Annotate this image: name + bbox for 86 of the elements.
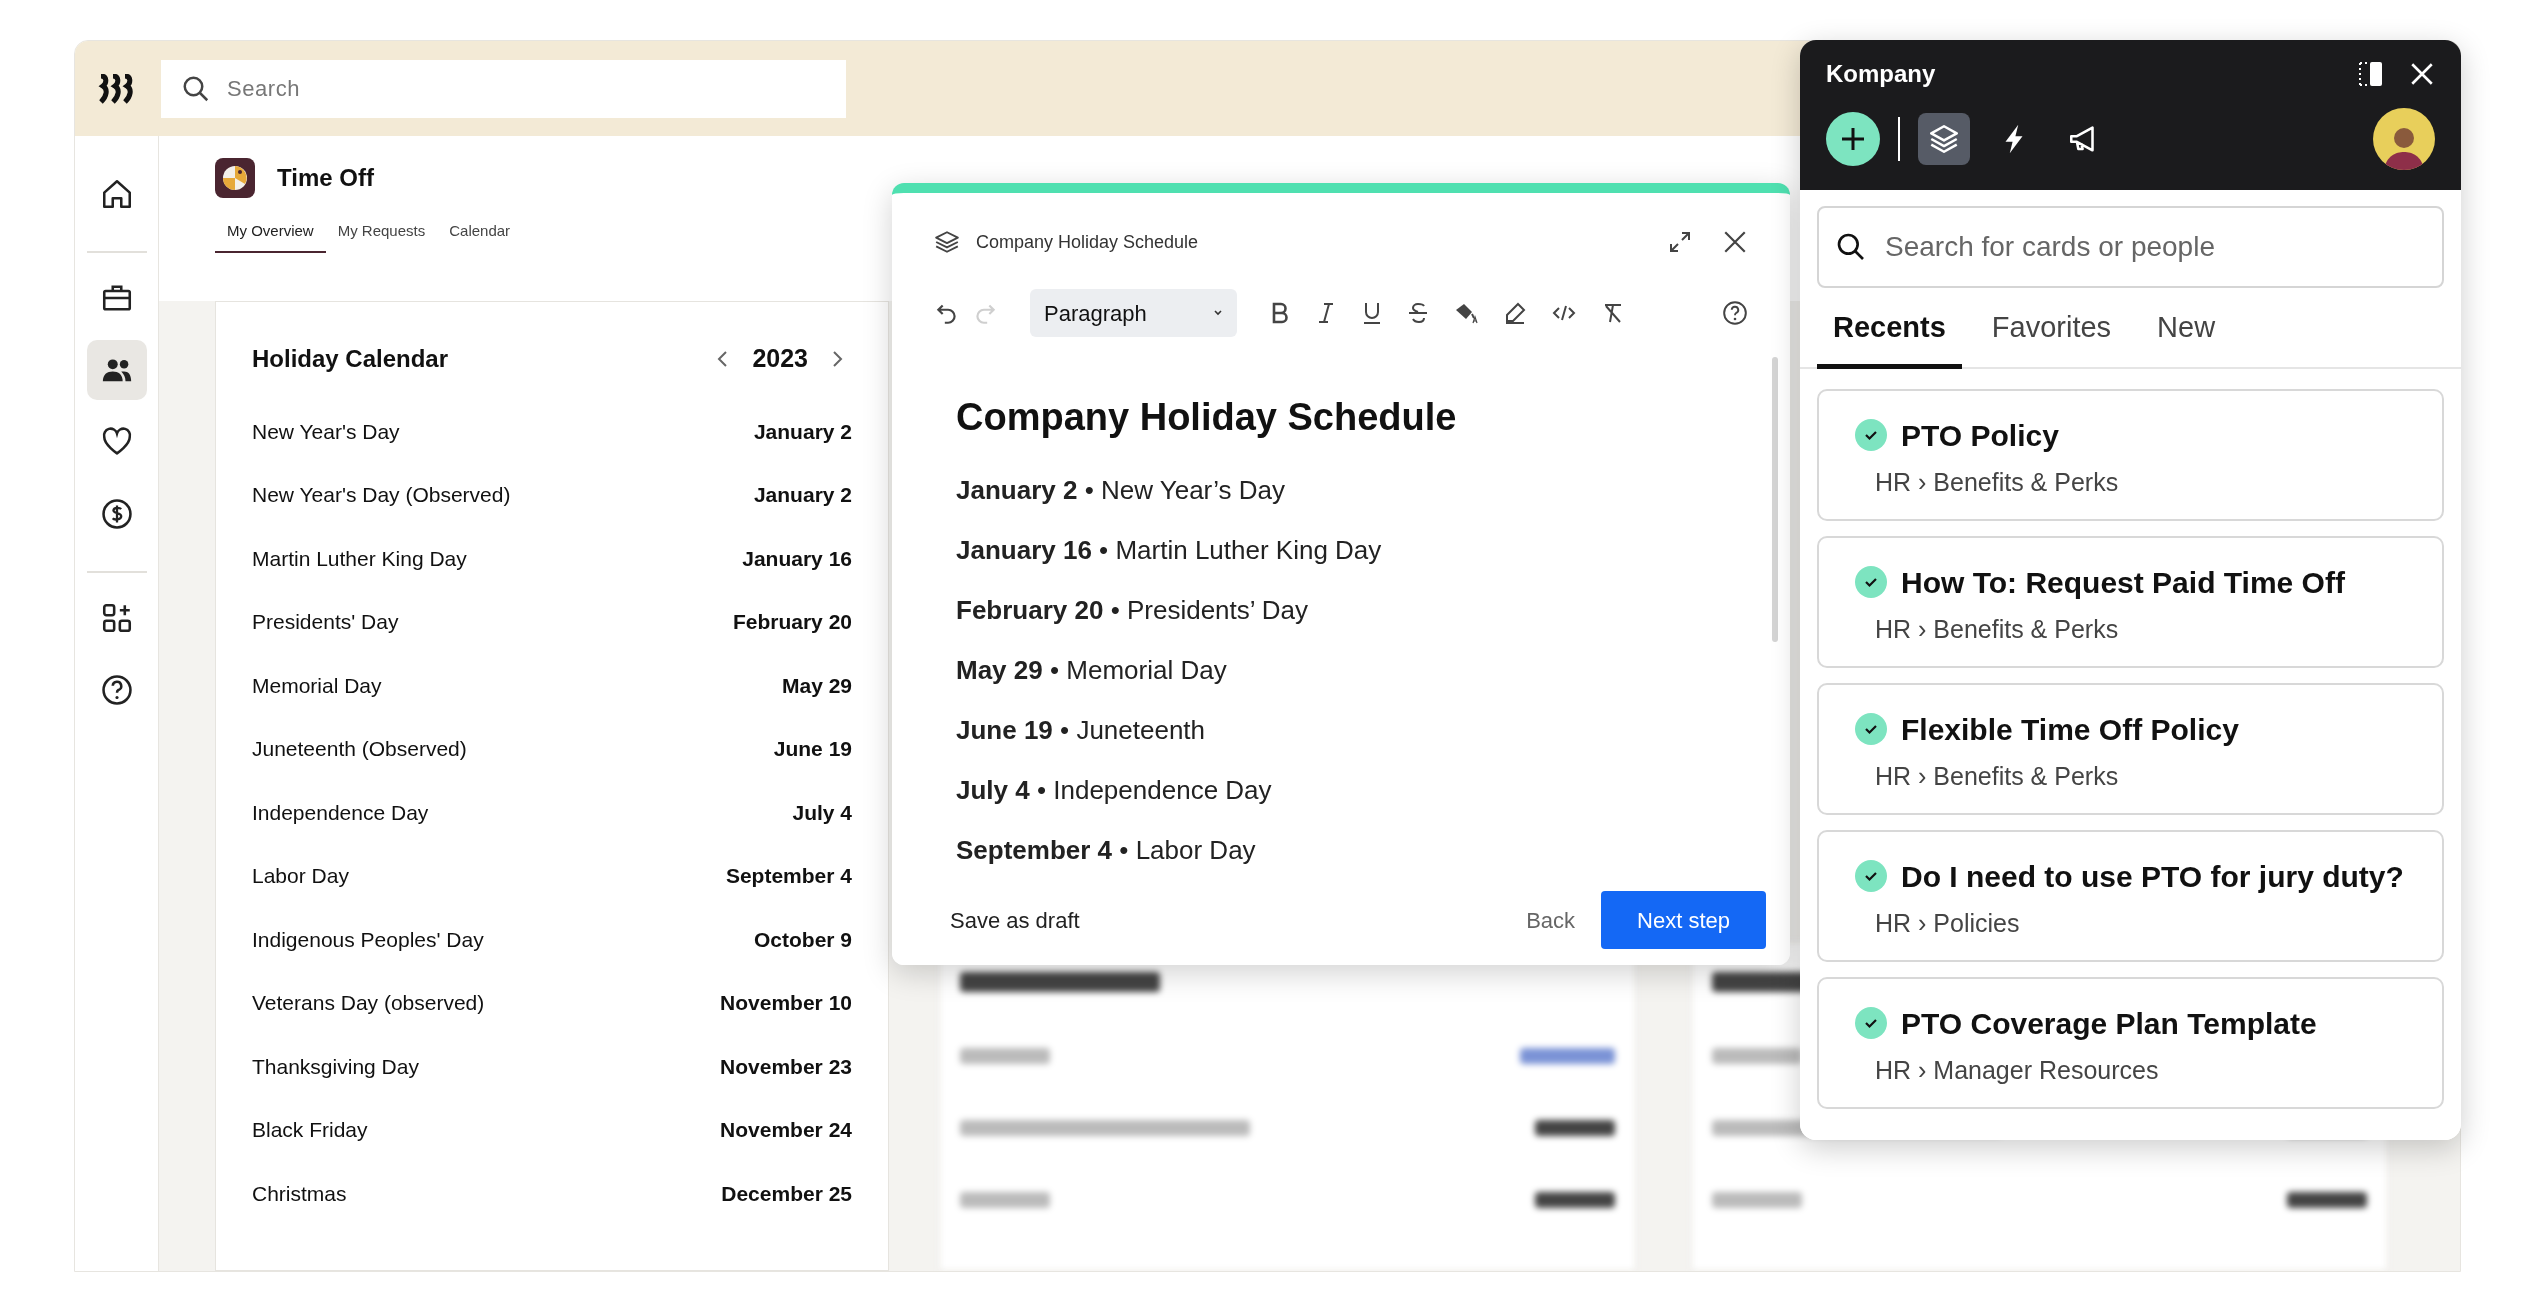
back-button[interactable]: Back <box>1526 903 1576 937</box>
expand-icon[interactable] <box>1668 230 1692 254</box>
result-card[interactable]: PTO Coverage Plan Template HR › Manager Resources <box>1817 976 2444 1109</box>
search-field[interactable]: Search for cards or people <box>1817 206 2444 288</box>
document-line: January 2 • New Year’s Day <box>956 474 1286 507</box>
document-line: June 19 • Juneteenth <box>956 714 1207 747</box>
holiday-name: Veterans Day (observed) <box>252 990 485 1016</box>
plus-icon <box>1840 126 1866 152</box>
document-line: January 16 • Martin Luther King Day <box>956 534 1383 567</box>
holiday-name: Indigenous Peoples' Day <box>252 926 484 953</box>
holiday-date: November 23 <box>720 1053 852 1080</box>
card-title: Holiday Calendar <box>252 343 449 374</box>
holiday-date: June 19 <box>773 736 852 762</box>
holiday-name: Memorial Day <box>252 672 382 699</box>
holiday-date: December 25 <box>721 1180 852 1207</box>
document-line: July 4 • Independence Day <box>956 774 1273 807</box>
document-heading: Company Holiday Schedule <box>956 395 1458 440</box>
result-card[interactable]: PTO Policy HR › Benefits & Perks <box>1817 388 2444 521</box>
page-title: Time Off <box>277 163 374 193</box>
dollar-icon <box>99 497 134 531</box>
close-icon[interactable] <box>1722 229 1748 255</box>
holiday-name: Christmas <box>252 1180 347 1207</box>
dialog-title: Company Holiday Schedule <box>976 230 1199 254</box>
toolbar-button[interactable] <box>1918 113 1970 165</box>
caret-icon <box>1213 309 1223 317</box>
breadcrumb: HR › Benefits & Perks <box>1875 466 2120 498</box>
panel-title: Kompany <box>1826 59 1936 89</box>
breadcrumb: HR › Manager Resources <box>1875 1054 2160 1086</box>
holiday-date: May 29 <box>781 672 852 699</box>
chevron-right-icon[interactable] <box>830 348 844 369</box>
breadcrumb: HR › Benefits & Perks <box>1875 613 2120 645</box>
card-title: PTO Policy <box>1901 417 2059 454</box>
holiday-date: January 16 <box>742 545 852 572</box>
add-button[interactable] <box>1826 112 1880 166</box>
result-card[interactable]: How To: Request Paid Time Off HR › Benefits & Perks <box>1817 535 2444 668</box>
holiday-date: November 24 <box>720 1117 852 1143</box>
block-format-dropdown[interactable]: Paragraph <box>1030 289 1237 337</box>
card-title: Flexible Time Off Policy <box>1901 711 2239 748</box>
card-title: How To: Request Paid Time Off <box>1901 564 2345 601</box>
document-line: May 29 • Memorial Day <box>956 654 1228 687</box>
holiday-date: February 20 <box>732 609 852 635</box>
next-step-button[interactable]: Next step <box>1601 891 1766 949</box>
holiday-name: Independence Day <box>252 799 429 826</box>
tab[interactable]: Favorites <box>1975 306 2128 369</box>
holiday-date: January 2 <box>753 418 852 445</box>
holiday-date: November 10 <box>720 990 852 1016</box>
tab[interactable]: Recents <box>1817 306 1962 369</box>
close-icon[interactable] <box>2409 61 2435 87</box>
help-icon[interactable] <box>1722 300 1748 326</box>
holiday-name: Black Friday <box>252 1117 368 1143</box>
breadcrumb: HR › Benefits & Perks <box>1875 760 2120 792</box>
tab[interactable]: My Overview <box>215 220 326 253</box>
tab[interactable]: Calendar <box>437 220 523 253</box>
card-title: Do I need to use PTO for jury duty? <box>1901 858 2404 895</box>
year-label: 2023 <box>752 343 808 374</box>
holiday-date: October 9 <box>753 926 852 953</box>
result-card[interactable]: Do I need to use PTO for jury duty? HR › Policies <box>1817 829 2444 962</box>
holiday-name: Presidents' Day <box>252 609 399 635</box>
holiday-name: Juneteenth (Observed) <box>252 736 467 762</box>
document-line: September 4 • Labor Day <box>956 834 1257 867</box>
search-field[interactable]: Search <box>161 59 846 118</box>
underline-icon[interactable] <box>1361 301 1383 325</box>
document-line: February 20 • Presidents’ Day <box>956 594 1310 627</box>
strikethrough-icon[interactable] <box>1407 301 1429 325</box>
card-title: PTO Coverage Plan Template <box>1901 1005 2317 1042</box>
dock-icon[interactable] <box>2357 60 2385 88</box>
holiday-name: Labor Day <box>252 863 349 889</box>
holiday-name: New Year's Day (Observed) <box>252 482 511 508</box>
layers-icon <box>934 230 960 254</box>
app-icon <box>215 158 255 198</box>
layers-icon <box>1927 122 1961 156</box>
sidebar-item[interactable] <box>86 340 147 400</box>
holiday-date: January 2 <box>753 482 852 508</box>
help-icon <box>99 673 134 707</box>
highlighter-icon[interactable] <box>1503 301 1527 325</box>
save-draft-button[interactable]: Save as draft <box>950 903 1080 937</box>
holiday-name: Martin Luther King Day <box>252 545 467 572</box>
scrollbar[interactable] <box>1772 357 1778 642</box>
holiday-date: July 4 <box>792 799 852 826</box>
tab[interactable]: My Requests <box>325 220 438 253</box>
breadcrumb: HR › Policies <box>1875 907 2021 939</box>
holiday-date: September 4 <box>725 863 852 889</box>
holiday-name: Thanksgiving Day <box>252 1053 419 1080</box>
result-card[interactable]: Flexible Time Off Policy HR › Benefits & Perks <box>1817 682 2444 815</box>
tab[interactable]: New <box>2141 306 2232 369</box>
holiday-name: New Year's Day <box>252 418 400 445</box>
